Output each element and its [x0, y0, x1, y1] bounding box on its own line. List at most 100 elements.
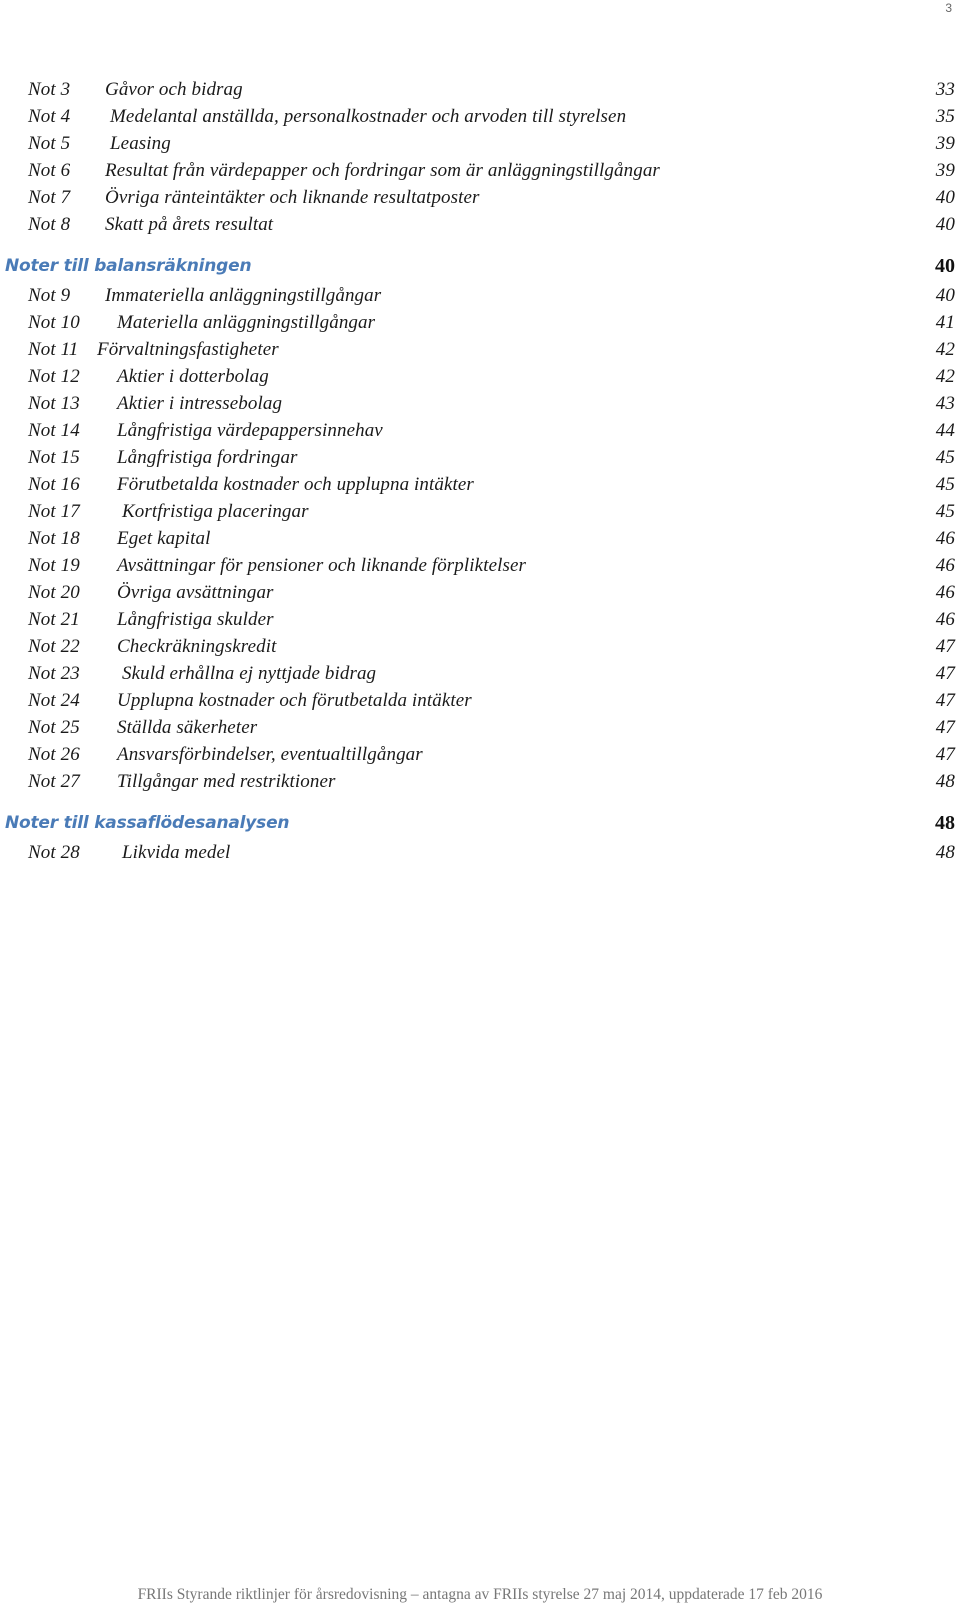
toc-entry[interactable]: Not 22 Checkräkningskredit 47 [0, 633, 960, 660]
toc-entry-title[interactable]: Ansvarsförbindelser, eventualtillgångar [117, 741, 423, 768]
toc-section-heading[interactable]: Noter till balansräkningen 40 [0, 242, 960, 282]
toc-section-heading[interactable]: Noter till kassaflödesanalysen 48 [0, 799, 960, 839]
toc-entry-number: Not 9 [28, 285, 71, 306]
toc-entry-number: Not 15 [28, 447, 80, 468]
toc-entry-title[interactable]: Ställda säkerheter [117, 714, 257, 741]
toc-entry-title[interactable]: Leasing [110, 130, 171, 157]
toc-entry[interactable]: Not 13 Aktier i intressebolag 43 [0, 390, 960, 417]
section-heading-page: 48 [935, 812, 955, 834]
toc-entry-title[interactable]: Aktier i intressebolag [117, 390, 282, 417]
toc-entry[interactable]: Not 7 Övriga ränteintäkter och liknande r… [0, 184, 960, 211]
toc-entry-title[interactable]: Likvida medel [122, 839, 230, 866]
toc-entry-title[interactable]: Gåvor och bidrag [105, 76, 243, 103]
toc-entry-title[interactable]: Skuld erhållna ej nyttjade bidrag [122, 660, 376, 687]
toc-entry[interactable]: Not 6 Resultat från värdepapper och fordr… [0, 157, 960, 184]
toc-entry-number: Not 11 [28, 339, 79, 360]
toc-entry[interactable]: Not 20 Övriga avsättningar 46 [0, 579, 960, 606]
toc-entry-number: Not 3 [28, 79, 71, 100]
toc-entry-page: 46 [935, 609, 955, 630]
toc-entry-number: Not 23 [28, 663, 80, 684]
toc-entry-page: 47 [935, 663, 955, 684]
toc-entry[interactable]: Not 8 Skatt på årets resultat 40 [0, 211, 960, 238]
page-footer: FRIIs Styrande riktlinjer för årsredovis… [137, 1586, 823, 1603]
toc-entry-title[interactable]: Förvaltningsfastigheter [97, 336, 279, 363]
toc-entry[interactable]: Not 9 Immateriella anläggningstillgångar 4… [0, 282, 960, 309]
toc-entry-page: 47 [935, 690, 955, 711]
toc-entry-number: Not 13 [28, 393, 80, 414]
toc-entry-page: 40 [935, 285, 955, 306]
toc-entry-number: Not 24 [28, 690, 80, 711]
toc-entry-number: Not 14 [28, 420, 80, 441]
toc-entry-title[interactable]: Avsättningar för pensioner och liknande … [117, 552, 526, 579]
toc-entry-title[interactable]: Övriga avsättningar [117, 579, 274, 606]
toc-entry-number: Not 26 [28, 744, 80, 765]
toc-entry-page: 47 [935, 636, 955, 657]
toc-entry[interactable]: Not 10 Materiella anläggningstillgångar 41 [0, 309, 960, 336]
toc-entry-title[interactable]: Upplupna kostnader och förutbetalda intä… [117, 687, 472, 714]
toc-entry-title[interactable]: Övriga ränteintäkter och liknande result… [105, 184, 480, 211]
toc-entry[interactable]: Not 4 Medelantal anställda, personalkostn… [0, 103, 960, 130]
toc-entry-page: 47 [935, 717, 955, 738]
toc-entry[interactable]: Not 5 Leasing 39 [0, 130, 960, 157]
toc-entry[interactable]: Not 25 Ställda säkerheter 47 [0, 714, 960, 741]
table-of-contents: Not 3 Gåvor och bidrag 33 Not 4 Medelantal a… [0, 76, 960, 866]
toc-entry-page: 46 [935, 582, 955, 603]
toc-entry-title[interactable]: Medelantal anställda, personalkostnader … [110, 103, 626, 130]
toc-entry[interactable]: Not 21 Långfristiga skulder 46 [0, 606, 960, 633]
toc-entry-number: Not 28 [28, 842, 80, 863]
toc-entry-title[interactable]: Långfristiga fordringar [117, 444, 298, 471]
toc-entry-number: Not 10 [28, 312, 80, 333]
toc-entry-title[interactable]: Långfristiga värdepappersinnehav [117, 417, 383, 444]
toc-entry-number: Not 8 [28, 214, 71, 235]
toc-entry[interactable]: Not 23 Skuld erhållna ej nyttjade bidrag 4… [0, 660, 960, 687]
toc-entry-title[interactable]: Eget kapital [117, 525, 211, 552]
toc-entry-page: 45 [935, 474, 955, 495]
toc-entry[interactable]: Not 14 Långfristiga värdepappersinnehav 44 [0, 417, 960, 444]
section-heading-page: 40 [935, 255, 955, 277]
toc-entry[interactable]: Not 11 Förvaltningsfastigheter 42 [0, 336, 960, 363]
toc-entry[interactable]: Not 27 Tillgångar med restriktioner 48 [0, 768, 960, 795]
toc-entry-number: Not 4 [28, 106, 71, 127]
toc-entry-page: 35 [935, 106, 955, 127]
toc-entry-page: 48 [935, 842, 955, 863]
toc-entry-title[interactable]: Långfristiga skulder [117, 606, 274, 633]
toc-entry[interactable]: Not 15 Långfristiga fordringar 45 [0, 444, 960, 471]
toc-entry[interactable]: Not 3 Gåvor och bidrag 33 [0, 76, 960, 103]
toc-entry-number: Not 19 [28, 555, 80, 576]
toc-entry-title[interactable]: Resultat från värdepapper och fordringar… [105, 157, 660, 184]
toc-entry[interactable]: Not 24 Upplupna kostnader och förutbetald… [0, 687, 960, 714]
toc-entry-page: 44 [935, 420, 955, 441]
toc-entry-page: 33 [935, 79, 955, 100]
toc-entry-title[interactable]: Checkräkningskredit [117, 633, 277, 660]
toc-entry-page: 42 [935, 366, 955, 387]
toc-entry-number: Not 22 [28, 636, 80, 657]
toc-entry[interactable]: Not 12 Aktier i dotterbolag 42 [0, 363, 960, 390]
toc-entry-title[interactable]: Materiella anläggningstillgångar [117, 309, 375, 336]
toc-entry-title[interactable]: Aktier i dotterbolag [117, 363, 269, 390]
toc-entry-page: 41 [935, 312, 955, 333]
toc-entry-title[interactable]: Förutbetalda kostnader och upplupna intä… [117, 471, 474, 498]
toc-entry-page: 48 [935, 771, 955, 792]
toc-entry-number: Not 5 [28, 133, 71, 154]
toc-entry-page: 45 [935, 447, 955, 468]
toc-entry[interactable]: Not 17 Kortfristiga placeringar 45 [0, 498, 960, 525]
toc-entry[interactable]: Not 18 Eget kapital 46 [0, 525, 960, 552]
toc-entry[interactable]: Not 28 Likvida medel 48 [0, 839, 960, 866]
toc-entry-page: 40 [935, 214, 955, 235]
section-heading-title[interactable]: Noter till kassaflödesanalysen [5, 803, 290, 843]
toc-entry-title[interactable]: Tillgångar med restriktioner [117, 768, 336, 795]
toc-entry[interactable]: Not 26 Ansvarsförbindelser, eventualtillg… [0, 741, 960, 768]
section-heading-title[interactable]: Noter till balansräkningen [5, 246, 252, 286]
toc-entry-number: Not 12 [28, 366, 80, 387]
toc-entry[interactable]: Not 19 Avsättningar för pensioner och lik… [0, 552, 960, 579]
toc-entry-number: Not 27 [28, 771, 80, 792]
toc-entry-page: 42 [935, 339, 955, 360]
toc-entry-number: Not 16 [28, 474, 80, 495]
toc-entry-title[interactable]: Immateriella anläggningstillgångar [105, 282, 381, 309]
toc-entry-title[interactable]: Kortfristiga placeringar [122, 498, 309, 525]
toc-entry-number: Not 21 [28, 609, 80, 630]
toc-entry-title[interactable]: Skatt på årets resultat [105, 211, 273, 238]
toc-entry-number: Not 6 [28, 160, 71, 181]
toc-entry[interactable]: Not 16 Förutbetalda kostnader och upplupn… [0, 471, 960, 498]
toc-entry-page: 39 [935, 133, 955, 154]
